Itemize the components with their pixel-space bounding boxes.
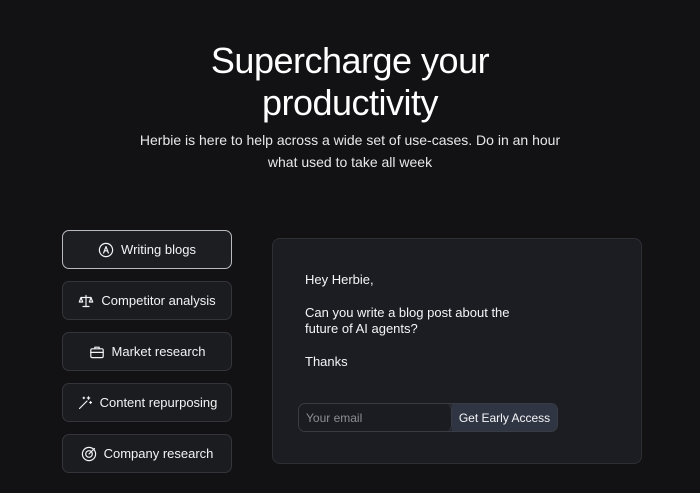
use-case-label: Content repurposing: [99, 395, 218, 410]
use-case-market-research[interactable]: Market research: [62, 332, 232, 371]
use-case-label: Competitor analysis: [101, 293, 216, 308]
chat-request: Can you write a blog post about the futu…: [305, 305, 510, 336]
signup-form: Get Early Access: [298, 403, 558, 432]
hero-subtitle: Herbie is here to help across a wide set…: [139, 132, 561, 170]
use-case-writing-blogs[interactable]: Writing blogs: [62, 230, 232, 269]
email-input[interactable]: [299, 404, 452, 431]
use-case-content-repurposing[interactable]: Content repurposing: [62, 383, 232, 422]
chat-greeting: Hey Herbie,: [305, 272, 374, 287]
scale-icon: [78, 293, 94, 309]
magic-wand-icon: [77, 395, 93, 411]
use-case-company-research[interactable]: Company research: [62, 434, 232, 473]
target-icon: [81, 446, 97, 462]
use-case-competitor-analysis[interactable]: Competitor analysis: [62, 281, 232, 320]
use-case-label: Market research: [111, 344, 206, 359]
get-early-access-button[interactable]: Get Early Access: [452, 404, 557, 431]
use-case-label: Writing blogs: [121, 242, 196, 257]
use-case-list: Writing blogs Competitor analysis Market…: [62, 230, 232, 485]
briefcase-icon: [89, 344, 105, 360]
pen-circle-icon: [98, 242, 114, 258]
hero-title: Supercharge your productivity: [0, 40, 700, 124]
hero-title-line1: Supercharge your: [210, 40, 490, 81]
chat-preview-card: Hey Herbie, Can you write a blog post ab…: [272, 238, 642, 464]
hero-title-line2: productivity: [261, 82, 439, 123]
chat-message: Hey Herbie, Can you write a blog post ab…: [305, 272, 525, 370]
chat-closing: Thanks: [305, 354, 348, 369]
use-case-label: Company research: [103, 446, 214, 461]
